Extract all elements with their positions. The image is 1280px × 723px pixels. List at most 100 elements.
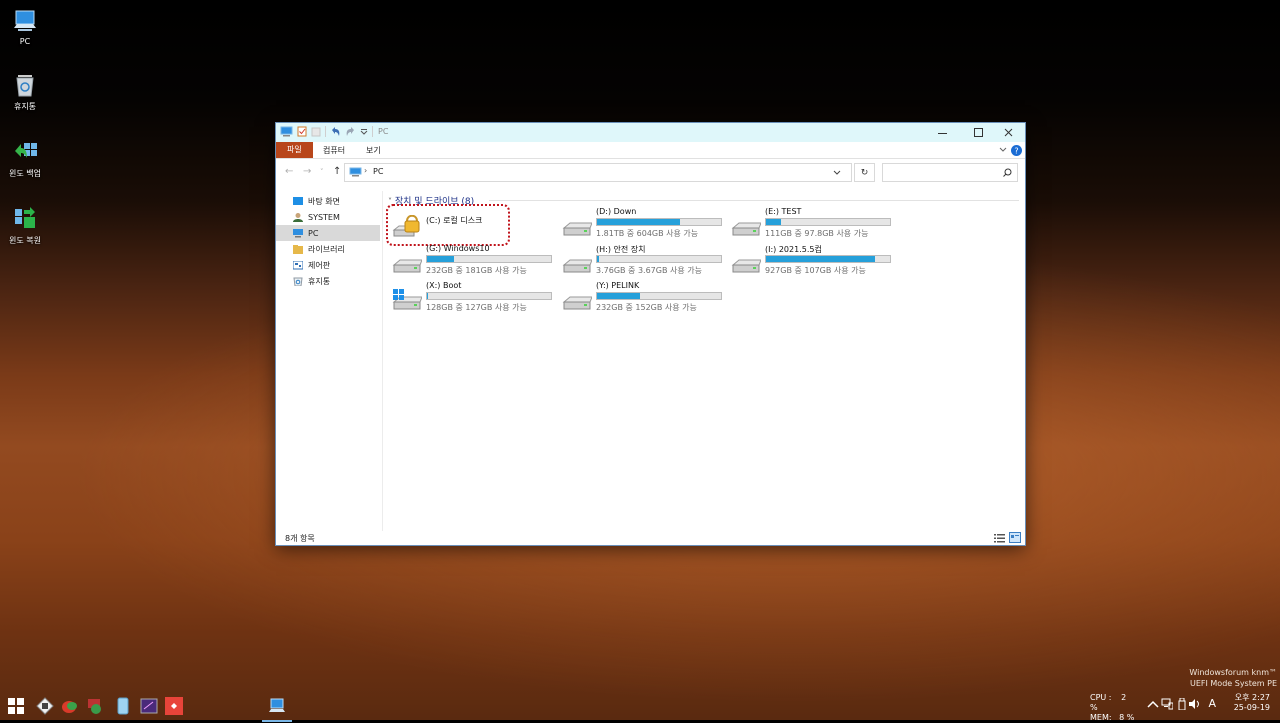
drive-usage-bar (765, 255, 891, 263)
drive-free-space: 111GB 중 97.8GB 사용 가능 (765, 229, 869, 238)
sidebar-item-system[interactable]: SYSTEM (276, 209, 380, 225)
properties-icon[interactable] (297, 126, 307, 137)
computer-icon (293, 228, 303, 237)
drive-item[interactable]: (D:) Down 1.81TB 중 604GB 사용 가능 (558, 207, 728, 243)
chevron-down-icon[interactable] (360, 126, 368, 137)
address-bar[interactable]: › PC (344, 163, 852, 182)
sidebar-item-label: 바탕 화면 (308, 196, 340, 206)
details-view-icon[interactable] (994, 533, 1005, 543)
hard-drive-icon (731, 222, 761, 236)
drive-usage-bar (596, 255, 722, 263)
drive-usage-fill (427, 256, 455, 262)
network-icon[interactable] (1161, 698, 1173, 710)
drive-name: (D:) Down (596, 207, 637, 216)
ime-indicator[interactable]: A (1208, 697, 1216, 710)
usb-icon[interactable] (1178, 698, 1186, 710)
computer-icon (349, 167, 362, 177)
close-button[interactable] (992, 123, 1025, 142)
sidebar-item-label: 라이브러리 (308, 244, 345, 254)
help-icon[interactable]: ? (1011, 145, 1022, 156)
drive-item[interactable]: (Y:) PELINK 232GB 중 152GB 사용 가능 (558, 281, 728, 317)
minimize-button[interactable] (926, 123, 959, 142)
drive-free-space: 3.76GB 중 3.67GB 사용 가능 (596, 266, 702, 275)
sidebar-item-control-panel[interactable]: 제어판 (276, 257, 380, 273)
desktop-icon-restore[interactable]: 윈도 복원 (4, 206, 46, 246)
breadcrumb[interactable]: PC (373, 167, 383, 176)
undo-icon[interactable] (330, 126, 341, 137)
drive-free-space: 232GB 중 181GB 사용 가능 (426, 266, 527, 275)
drive-free-space: 927GB 중 107GB 사용 가능 (765, 266, 866, 275)
drive-item[interactable]: (C:) 로컬 디스크 (386, 204, 558, 246)
minimize-icon (937, 132, 947, 134)
network-tool-icon[interactable] (86, 697, 104, 715)
refresh-button[interactable]: ↻ (854, 163, 875, 182)
show-hidden-icons-icon[interactable] (1147, 700, 1159, 710)
drive-usage-fill (766, 256, 876, 262)
drive-tool-icon[interactable] (114, 697, 132, 715)
settings-diamond-icon[interactable] (36, 697, 54, 715)
library-icon (293, 244, 303, 254)
sidebar-item-pc[interactable]: PC (276, 225, 380, 241)
drive-usage-bar (426, 292, 552, 300)
search-icon (1003, 168, 1012, 177)
desktop-icon-pc[interactable]: PC (4, 8, 46, 46)
sidebar-item-recycle-bin[interactable]: 휴지통 (276, 273, 380, 289)
redo-icon[interactable] (345, 126, 356, 137)
desktop-icon-label: 휴지통 (13, 102, 37, 111)
up-button[interactable]: ↑ (333, 166, 341, 177)
hard-drive-icon (562, 259, 592, 273)
control-panel-icon (293, 260, 303, 269)
hard-drive-icon (562, 296, 592, 310)
desktop-icon-backup[interactable]: 윈도 백업 (4, 139, 46, 179)
drive-free-space: 128GB 중 127GB 사용 가능 (426, 303, 527, 312)
drive-item[interactable]: (X:) Boot 128GB 중 127GB 사용 가능 (388, 281, 558, 317)
windows-start-icon[interactable] (7, 697, 25, 715)
tab-file[interactable]: 파일 (276, 142, 313, 158)
recent-locations-button[interactable]: ˅ (320, 168, 324, 176)
title-bar: PC (276, 123, 1025, 142)
desktop-icon-recycle-bin[interactable]: 휴지통 (4, 72, 46, 112)
back-button[interactable]: ← (285, 166, 293, 177)
drive-item[interactable]: (I:) 2021.5.5컴 927GB 중 107GB 사용 가능 (727, 244, 897, 280)
mem-label: MEM: (1090, 713, 1112, 722)
drive-item[interactable]: (H:) 안전 장치 3.76GB 중 3.67GB 사용 가능 (558, 244, 728, 280)
drive-item[interactable]: (G:) Windows10 232GB 중 181GB 사용 가능 (388, 244, 558, 280)
new-folder-icon[interactable] (311, 126, 321, 137)
expand-ribbon-icon[interactable] (999, 147, 1007, 153)
hard-drive-icon (731, 259, 761, 273)
maximize-button[interactable] (962, 123, 995, 142)
drive-name: (I:) 2021.5.5컴 (765, 245, 822, 254)
desktop-icon-label: 윈도 복원 (9, 236, 41, 245)
drive-name: (E:) TEST (765, 207, 802, 216)
volume-icon[interactable] (1188, 698, 1200, 710)
window-title: PC (378, 127, 389, 136)
search-input[interactable] (882, 163, 1018, 182)
drive-usage-bar (765, 218, 891, 226)
highlight-outline (386, 204, 510, 246)
tab-view[interactable]: 보기 (360, 144, 387, 158)
sidebar-item-libraries[interactable]: 라이브러리 (276, 241, 380, 257)
recycle-bin-icon (293, 277, 303, 286)
forward-button[interactable]: → (303, 166, 311, 177)
navigation-bar: ← → ˅ ↑ › PC ↻ (276, 161, 1025, 185)
drive-name: (H:) 안전 장치 (596, 245, 646, 254)
clock-time: 오후 2:27 (1234, 693, 1270, 702)
tab-computer[interactable]: 컴퓨터 (317, 144, 351, 158)
chevron-down-icon[interactable] (833, 170, 841, 176)
disk-tool-icon[interactable] (61, 697, 79, 715)
cpu-label: CPU : (1090, 693, 1112, 702)
system-watermark: Windowsforum knm™ UEFI Mode System PE (1189, 667, 1277, 689)
tiles-view-icon[interactable] (1009, 532, 1021, 543)
drive-name: (G:) Windows10 (426, 244, 490, 253)
taskbar-item-explorer[interactable] (262, 692, 292, 722)
close-icon (1004, 128, 1012, 136)
clock[interactable]: 오후 2:27 25-09-19 (1222, 693, 1270, 713)
anydesk-icon[interactable] (165, 697, 183, 715)
sidebar-item-desktop[interactable]: 바탕 화면 (276, 193, 380, 209)
media-tool-icon[interactable] (140, 697, 158, 715)
desktop-icon-label: 윈도 백업 (9, 169, 41, 178)
drive-item[interactable]: (E:) TEST 111GB 중 97.8GB 사용 가능 (727, 207, 897, 243)
user-icon (293, 212, 303, 222)
content-pane: ˅ 장치 및 드라이브 (8) (C:) 로컬 디스크 (D:) Down 1.81… (384, 191, 1024, 531)
refresh-icon: ↻ (860, 167, 869, 178)
